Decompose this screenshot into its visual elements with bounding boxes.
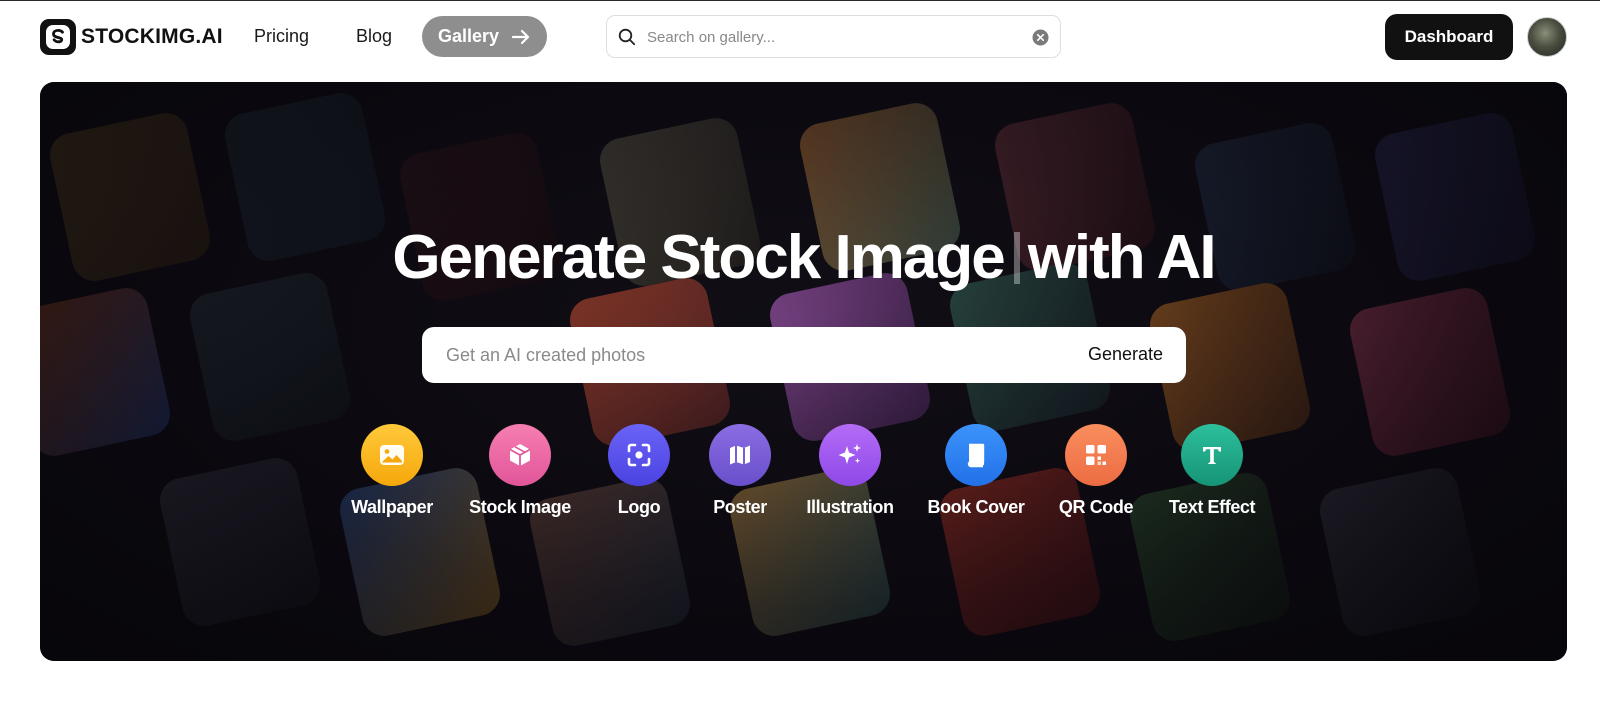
letter-t-icon [1203,447,1221,464]
search-icon [618,28,636,46]
user-avatar[interactable] [1527,17,1567,57]
category-shortcuts: Wallpaper Stock Image Logo Poster Illust… [40,424,1567,524]
hero-headline-part1: Generate Stock Image [392,223,1005,292]
category-qr-code-circle [1065,424,1127,486]
category-poster[interactable]: Poster [680,424,800,518]
category-text-effect-circle [1181,424,1243,486]
brand-name: STOCKIMG.AI [81,25,223,48]
nav-pricing-link[interactable]: Pricing [254,26,309,47]
category-qr-code-label: QR Code [1058,497,1134,517]
category-text-effect[interactable]: Text Effect [1152,424,1272,518]
prompt-input[interactable] [444,339,1034,371]
typing-cursor [1013,232,1020,284]
generate-button[interactable]: Generate [1088,344,1163,365]
generate-prompt-bar: Generate [422,327,1186,383]
category-wallpaper[interactable]: Wallpaper [332,424,452,518]
category-stock-image[interactable]: Stock Image [460,424,580,518]
hero-banner: Generate Stock Image with AI Generate Wal… [40,82,1567,661]
image-icon [380,445,404,465]
category-stock-image-label: Stock Image [469,497,571,517]
map-icon [730,445,750,465]
category-illustration-circle [819,424,881,486]
category-poster-circle [709,424,771,486]
hero-headline: Generate Stock Image with AI [40,222,1567,293]
category-illustration-label: Illustration [806,497,894,517]
top-navbar: STOCKIMG.AI Pricing Blog Gallery Dashboa… [0,1,1600,81]
dashboard-button[interactable]: Dashboard [1385,14,1513,60]
qr-code-icon [1086,445,1106,465]
category-illustration[interactable]: Illustration [790,424,910,518]
brand-logo[interactable]: STOCKIMG.AI [40,19,223,55]
cube-icon [509,444,531,466]
category-text-effect-label: Text Effect [1168,497,1256,517]
gallery-button[interactable]: Gallery [422,16,547,57]
category-wallpaper-circle [361,424,423,486]
category-wallpaper-label: Wallpaper [351,497,433,517]
gallery-search-box [606,15,1061,58]
scan-focus-icon [627,443,651,467]
gallery-button-label: Gallery [437,26,500,46]
category-poster-label: Poster [713,497,767,517]
category-book-cover-circle [945,424,1007,486]
arrow-right-icon [511,29,530,44]
category-qr-code[interactable]: QR Code [1036,424,1156,518]
clear-search-icon[interactable] [1032,29,1049,46]
category-stock-image-circle [489,424,551,486]
book-icon [967,443,985,468]
hero-headline-part2: with AI [1027,223,1217,292]
logo-s-icon [40,19,76,55]
category-logo-circle [608,424,670,486]
nav-blog-link[interactable]: Blog [356,26,392,47]
category-book-cover-label: Book Cover [927,497,1025,517]
sparkles-icon [838,444,861,464]
category-book-cover[interactable]: Book Cover [916,424,1036,518]
gallery-search-input[interactable] [645,22,1015,52]
